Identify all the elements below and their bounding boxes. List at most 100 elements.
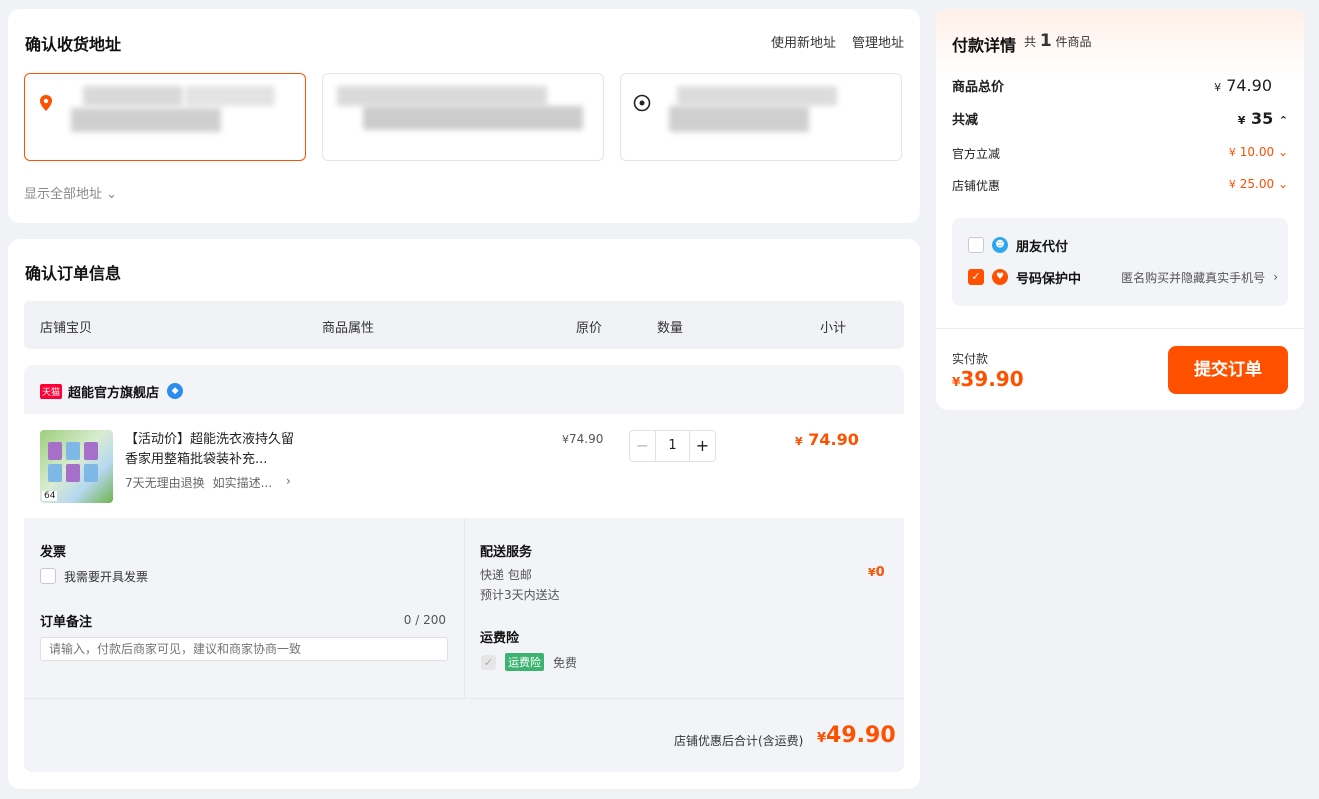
payment-card: 付款详情 共 1 件商品 商品总价 ¥ 74.90 共减 ¥ 35 ⌃ 官方立减…	[936, 9, 1304, 410]
phone-protect-label: 号码保护中	[1016, 271, 1082, 287]
total-value: 49.90	[826, 723, 896, 748]
divider	[464, 518, 465, 698]
shield-icon: ♥	[992, 269, 1008, 285]
address-option-1[interactable]	[24, 73, 306, 161]
phone-protect-checkbox[interactable]: ✓	[968, 269, 984, 285]
divider	[936, 328, 1304, 329]
show-all-label: 显示全部地址	[24, 187, 103, 202]
currency-symbol: ¥	[1237, 114, 1246, 127]
discount-value: ¥ 35 ⌃	[1238, 109, 1288, 128]
insurance-note: 免费	[553, 656, 578, 670]
address-card: 确认收货地址 使用新地址 管理地址 显示全部地址 ⌄	[8, 9, 920, 223]
invoice-title: 发票	[40, 545, 67, 560]
chevron-down-icon: ⌄	[1277, 177, 1288, 191]
goods-total-amount: 74.90	[1226, 76, 1272, 95]
currency-symbol: ¥	[1228, 146, 1236, 159]
shop-header: 天猫 超能官方旗舰店 ◆	[40, 381, 184, 401]
address-blurred	[83, 86, 183, 106]
header-subtotal: 小计	[820, 321, 847, 336]
memo-title: 订单备注	[40, 615, 93, 630]
order-table-header: 店铺宝贝 商品属性 原价 数量 小计	[24, 301, 904, 349]
insurance-checkbox: ✓	[481, 655, 496, 670]
new-address-link[interactable]: 使用新地址	[771, 32, 836, 51]
address-blurred	[677, 86, 837, 106]
delivery-eta: 预计3天内送达	[480, 588, 560, 602]
shop-total-label: 店铺优惠后合计(含运费)	[674, 734, 804, 748]
shop-block: 天猫 超能官方旗舰店 ◆ 64 【活动价】超能洗衣液持久留香家用整箱批袋装补充.…	[24, 365, 904, 772]
address-blurred	[363, 106, 583, 130]
increase-button[interactable]: +	[690, 431, 715, 461]
divider	[24, 698, 904, 699]
chevron-down-icon: ⌄	[106, 187, 118, 202]
delivery-title: 配送服务	[480, 545, 533, 560]
count-prefix: 共	[1024, 35, 1037, 49]
discount-label: 共减	[952, 113, 979, 128]
price-value: 74.90	[569, 432, 604, 446]
currency-symbol: ¥	[795, 435, 803, 448]
memo-count: 0 / 200	[403, 613, 446, 627]
radio-circle-icon	[633, 94, 651, 112]
currency-symbol: ¥	[1214, 81, 1222, 94]
fee-value: 0	[875, 565, 885, 580]
currency-symbol: ¥	[562, 433, 569, 446]
friend-pay-checkbox[interactable]	[968, 237, 984, 253]
quantity-stepper: − 1 +	[629, 430, 716, 462]
product-thumbnail[interactable]: 64	[40, 430, 113, 503]
item-count: 共 1 件商品	[1024, 31, 1092, 51]
friend-pay-option[interactable]: ☻ 朋友代付	[968, 235, 1068, 255]
item-subtotal: ¥ 74.90	[795, 430, 859, 449]
insurance-title: 运费险	[480, 631, 520, 646]
service-tag: 7天无理由退换	[125, 476, 205, 490]
location-pin-icon	[40, 95, 52, 111]
address-blurred	[669, 106, 809, 132]
memo-input[interactable]	[40, 637, 448, 661]
chevron-down-icon: ⌄	[1277, 145, 1288, 159]
header-qty: 数量	[657, 321, 684, 336]
insurance-tag: 运费险	[505, 653, 544, 671]
header-attr: 商品属性	[322, 321, 375, 336]
friend-pay-icon: ☻	[992, 237, 1008, 253]
quantity-value[interactable]: 1	[655, 431, 690, 461]
service-tags: 7天无理由退换 如实描述...	[125, 474, 272, 491]
shop-vip-icon: ◆	[167, 383, 184, 399]
thumb-count-label: 64	[42, 491, 58, 501]
payment-title: 付款详情	[952, 36, 1017, 55]
chevron-right-icon[interactable]: ›	[1273, 270, 1278, 284]
count-suffix: 件商品	[1055, 35, 1092, 49]
goods-total-label: 商品总价	[952, 80, 1005, 95]
show-all-addresses-link[interactable]: 显示全部地址 ⌄	[24, 183, 117, 202]
actual-pay-value: ¥39.90	[952, 367, 1024, 391]
delivery-method: 快递 包邮	[480, 568, 532, 582]
actual-pay-label: 实付款	[952, 352, 989, 366]
header-item: 店铺宝贝	[40, 321, 93, 336]
currency-symbol: ¥	[1228, 178, 1236, 191]
decrease-button[interactable]: −	[630, 431, 655, 461]
address-option-2[interactable]	[322, 73, 604, 161]
goods-total-value: ¥ 74.90	[1214, 76, 1272, 95]
shop-name[interactable]: 超能官方旗舰店	[68, 382, 159, 401]
delivery-fee: ¥0	[868, 565, 885, 580]
order-title: 确认订单信息	[25, 264, 122, 283]
product-title[interactable]: 【活动价】超能洗衣液持久留香家用整箱批袋装补充...	[125, 430, 300, 470]
address-blurred	[71, 108, 221, 132]
tmall-badge: 天猫	[40, 383, 63, 399]
shop-amount: 25.00	[1239, 177, 1275, 191]
phone-protect-desc: 匿名购买并隐藏真实手机号	[1121, 270, 1266, 285]
submit-order-button[interactable]: 提交订单	[1168, 346, 1288, 394]
address-option-3[interactable]	[620, 73, 902, 161]
phone-protect-option[interactable]: ✓ ♥ 号码保护中 匿名购买并隐藏真实手机号 ›	[968, 267, 1278, 287]
shop-total-value: ¥49.90	[817, 723, 896, 748]
shop-discount-value: ¥ 25.00 ⌄	[1229, 177, 1288, 191]
manage-address-link[interactable]: 管理地址	[852, 32, 904, 51]
header-price: 原价	[576, 321, 603, 336]
currency-symbol: ¥	[817, 731, 827, 746]
order-item: 64 【活动价】超能洗衣液持久留香家用整箱批袋装补充... 7天无理由退换 如实…	[24, 414, 904, 518]
original-price: ¥74.90	[562, 432, 603, 446]
count-value: 1	[1039, 31, 1052, 51]
actual-amount: 39.90	[960, 367, 1024, 391]
official-discount-value: ¥ 10.00 ⌄	[1229, 145, 1288, 159]
invoice-checkbox[interactable]	[40, 568, 56, 584]
chevron-right-icon[interactable]: ›	[286, 474, 291, 488]
friend-pay-label: 朋友代付	[1016, 239, 1069, 255]
address-title: 确认收货地址	[25, 35, 122, 54]
